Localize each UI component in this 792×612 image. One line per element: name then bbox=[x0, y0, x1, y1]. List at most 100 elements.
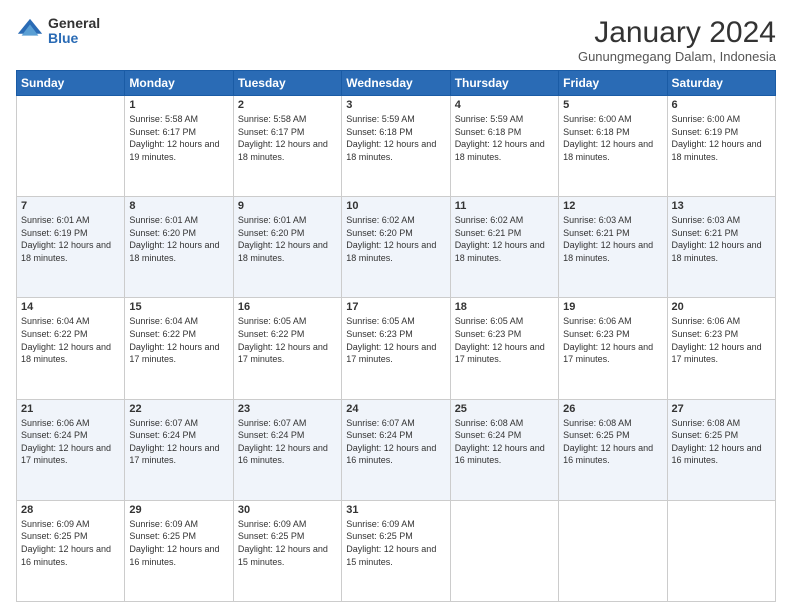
week-row-3: 14 Sunrise: 6:04 AM Sunset: 6:22 PM Dayl… bbox=[17, 298, 776, 399]
day-info: Sunrise: 6:07 AM Sunset: 6:24 PM Dayligh… bbox=[346, 417, 445, 467]
daylight-text: Daylight: 12 hours and 16 minutes. bbox=[129, 544, 219, 567]
day-number: 10 bbox=[346, 200, 445, 212]
day-number: 9 bbox=[238, 200, 337, 212]
daylight-text: Daylight: 12 hours and 15 minutes. bbox=[346, 544, 436, 567]
week-row-2: 7 Sunrise: 6:01 AM Sunset: 6:19 PM Dayli… bbox=[17, 197, 776, 298]
day-number: 30 bbox=[238, 504, 337, 516]
day-info: Sunrise: 6:08 AM Sunset: 6:25 PM Dayligh… bbox=[672, 417, 771, 467]
daylight-text: Daylight: 12 hours and 16 minutes. bbox=[21, 544, 111, 567]
day-number: 31 bbox=[346, 504, 445, 516]
day-number: 6 bbox=[672, 99, 771, 111]
sunset-text: Sunset: 6:21 PM bbox=[455, 228, 522, 238]
sunrise-text: Sunrise: 6:06 AM bbox=[672, 316, 741, 326]
sunset-text: Sunset: 6:20 PM bbox=[129, 228, 196, 238]
sunset-text: Sunset: 6:21 PM bbox=[563, 228, 630, 238]
header-thursday: Thursday bbox=[450, 71, 558, 96]
daylight-text: Daylight: 12 hours and 17 minutes. bbox=[129, 443, 219, 466]
header: General Blue January 2024 Gunungmegang D… bbox=[16, 16, 776, 64]
week-row-5: 28 Sunrise: 6:09 AM Sunset: 6:25 PM Dayl… bbox=[17, 500, 776, 601]
day-info: Sunrise: 6:02 AM Sunset: 6:21 PM Dayligh… bbox=[455, 214, 554, 264]
header-tuesday: Tuesday bbox=[233, 71, 341, 96]
sunrise-text: Sunrise: 6:06 AM bbox=[563, 316, 632, 326]
calendar-cell: 22 Sunrise: 6:07 AM Sunset: 6:24 PM Dayl… bbox=[125, 399, 233, 500]
calendar-cell bbox=[667, 500, 775, 601]
sunrise-text: Sunrise: 6:04 AM bbox=[21, 316, 90, 326]
day-number: 27 bbox=[672, 403, 771, 415]
calendar-cell: 4 Sunrise: 5:59 AM Sunset: 6:18 PM Dayli… bbox=[450, 96, 558, 197]
day-number: 20 bbox=[672, 301, 771, 313]
sunrise-text: Sunrise: 6:07 AM bbox=[346, 418, 415, 428]
week-row-4: 21 Sunrise: 6:06 AM Sunset: 6:24 PM Dayl… bbox=[17, 399, 776, 500]
sunrise-text: Sunrise: 6:02 AM bbox=[455, 215, 524, 225]
sunrise-text: Sunrise: 6:04 AM bbox=[129, 316, 198, 326]
daylight-text: Daylight: 12 hours and 17 minutes. bbox=[129, 342, 219, 365]
day-info: Sunrise: 6:08 AM Sunset: 6:24 PM Dayligh… bbox=[455, 417, 554, 467]
day-info: Sunrise: 6:06 AM Sunset: 6:23 PM Dayligh… bbox=[672, 315, 771, 365]
calendar-cell: 15 Sunrise: 6:04 AM Sunset: 6:22 PM Dayl… bbox=[125, 298, 233, 399]
sunrise-text: Sunrise: 6:06 AM bbox=[21, 418, 90, 428]
calendar-cell bbox=[17, 96, 125, 197]
day-number: 24 bbox=[346, 403, 445, 415]
daylight-text: Daylight: 12 hours and 18 minutes. bbox=[563, 139, 653, 162]
calendar-cell: 12 Sunrise: 6:03 AM Sunset: 6:21 PM Dayl… bbox=[559, 197, 667, 298]
calendar-cell: 23 Sunrise: 6:07 AM Sunset: 6:24 PM Dayl… bbox=[233, 399, 341, 500]
page: General Blue January 2024 Gunungmegang D… bbox=[0, 0, 792, 612]
sunrise-text: Sunrise: 6:08 AM bbox=[455, 418, 524, 428]
day-info: Sunrise: 5:58 AM Sunset: 6:17 PM Dayligh… bbox=[238, 113, 337, 163]
logo-icon bbox=[16, 17, 44, 45]
day-info: Sunrise: 6:00 AM Sunset: 6:19 PM Dayligh… bbox=[672, 113, 771, 163]
day-number: 18 bbox=[455, 301, 554, 313]
calendar-cell: 5 Sunrise: 6:00 AM Sunset: 6:18 PM Dayli… bbox=[559, 96, 667, 197]
daylight-text: Daylight: 12 hours and 17 minutes. bbox=[672, 342, 762, 365]
day-number: 28 bbox=[21, 504, 120, 516]
day-info: Sunrise: 6:05 AM Sunset: 6:23 PM Dayligh… bbox=[455, 315, 554, 365]
calendar-cell: 14 Sunrise: 6:04 AM Sunset: 6:22 PM Dayl… bbox=[17, 298, 125, 399]
sunset-text: Sunset: 6:20 PM bbox=[238, 228, 305, 238]
sunset-text: Sunset: 6:24 PM bbox=[346, 430, 413, 440]
sunrise-text: Sunrise: 6:09 AM bbox=[21, 519, 90, 529]
day-number: 21 bbox=[21, 403, 120, 415]
day-info: Sunrise: 6:09 AM Sunset: 6:25 PM Dayligh… bbox=[238, 518, 337, 568]
day-info: Sunrise: 6:07 AM Sunset: 6:24 PM Dayligh… bbox=[129, 417, 228, 467]
day-number: 17 bbox=[346, 301, 445, 313]
header-saturday: Saturday bbox=[667, 71, 775, 96]
sunset-text: Sunset: 6:22 PM bbox=[238, 329, 305, 339]
calendar-table: Sunday Monday Tuesday Wednesday Thursday… bbox=[16, 70, 776, 602]
sunset-text: Sunset: 6:19 PM bbox=[21, 228, 88, 238]
day-number: 1 bbox=[129, 99, 228, 111]
calendar-cell: 8 Sunrise: 6:01 AM Sunset: 6:20 PM Dayli… bbox=[125, 197, 233, 298]
sunset-text: Sunset: 6:24 PM bbox=[455, 430, 522, 440]
day-number: 29 bbox=[129, 504, 228, 516]
daylight-text: Daylight: 12 hours and 18 minutes. bbox=[21, 240, 111, 263]
daylight-text: Daylight: 12 hours and 18 minutes. bbox=[563, 240, 653, 263]
day-number: 5 bbox=[563, 99, 662, 111]
sunrise-text: Sunrise: 6:08 AM bbox=[563, 418, 632, 428]
sunset-text: Sunset: 6:23 PM bbox=[672, 329, 739, 339]
sunset-text: Sunset: 6:24 PM bbox=[129, 430, 196, 440]
sunrise-text: Sunrise: 6:01 AM bbox=[21, 215, 90, 225]
sunset-text: Sunset: 6:18 PM bbox=[455, 127, 522, 137]
calendar-cell: 20 Sunrise: 6:06 AM Sunset: 6:23 PM Dayl… bbox=[667, 298, 775, 399]
header-friday: Friday bbox=[559, 71, 667, 96]
sunrise-text: Sunrise: 5:59 AM bbox=[455, 114, 524, 124]
sunrise-text: Sunrise: 6:00 AM bbox=[563, 114, 632, 124]
day-info: Sunrise: 6:04 AM Sunset: 6:22 PM Dayligh… bbox=[21, 315, 120, 365]
day-number: 4 bbox=[455, 99, 554, 111]
calendar-cell: 30 Sunrise: 6:09 AM Sunset: 6:25 PM Dayl… bbox=[233, 500, 341, 601]
daylight-text: Daylight: 12 hours and 18 minutes. bbox=[455, 139, 545, 162]
sunset-text: Sunset: 6:23 PM bbox=[346, 329, 413, 339]
sunrise-text: Sunrise: 6:07 AM bbox=[238, 418, 307, 428]
calendar-cell: 26 Sunrise: 6:08 AM Sunset: 6:25 PM Dayl… bbox=[559, 399, 667, 500]
header-wednesday: Wednesday bbox=[342, 71, 450, 96]
daylight-text: Daylight: 12 hours and 18 minutes. bbox=[346, 139, 436, 162]
day-number: 16 bbox=[238, 301, 337, 313]
daylight-text: Daylight: 12 hours and 17 minutes. bbox=[346, 342, 436, 365]
weekday-header-row: Sunday Monday Tuesday Wednesday Thursday… bbox=[17, 71, 776, 96]
day-number: 11 bbox=[455, 200, 554, 212]
day-info: Sunrise: 6:09 AM Sunset: 6:25 PM Dayligh… bbox=[346, 518, 445, 568]
sunset-text: Sunset: 6:23 PM bbox=[563, 329, 630, 339]
sunrise-text: Sunrise: 6:03 AM bbox=[563, 215, 632, 225]
day-info: Sunrise: 6:06 AM Sunset: 6:23 PM Dayligh… bbox=[563, 315, 662, 365]
calendar-cell: 6 Sunrise: 6:00 AM Sunset: 6:19 PM Dayli… bbox=[667, 96, 775, 197]
calendar-cell: 24 Sunrise: 6:07 AM Sunset: 6:24 PM Dayl… bbox=[342, 399, 450, 500]
